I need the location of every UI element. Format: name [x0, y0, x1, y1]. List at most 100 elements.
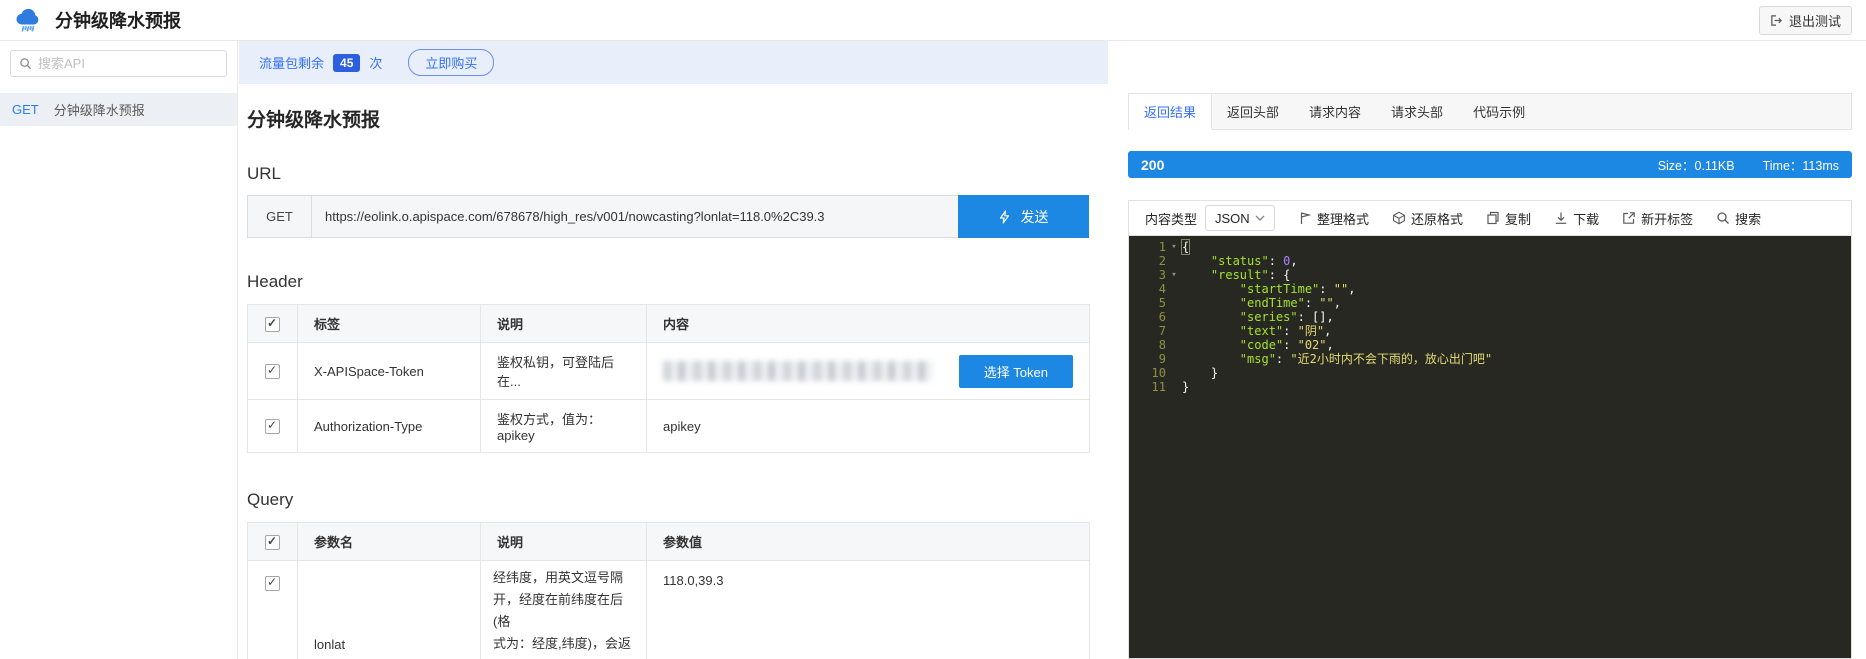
new-tab-label: 新开标签: [1641, 211, 1694, 227]
select-token-button[interactable]: 选择 Token: [958, 354, 1073, 388]
code-text: "series": [],: [1239, 310, 1334, 324]
code-text: "result": {: [1210, 268, 1291, 282]
code-text: "msg": "近2小时内不会下雨的，放心出门吧": [1239, 352, 1493, 366]
format-button[interactable]: 整理格式: [1298, 209, 1369, 228]
column-header: 说明: [480, 522, 647, 561]
table-header-row: 标签 说明 内容: [247, 304, 1090, 343]
json-editor[interactable]: 1 ▾{2 "status": 0, 3 ▾ "result": {4 "startT…: [1129, 236, 1851, 658]
line-number: 3: [1158, 268, 1166, 282]
send-button-label: 发送: [1020, 208, 1049, 225]
chevron-down-icon: [1255, 215, 1265, 221]
header-section-heading: Header: [247, 272, 303, 291]
row-checkbox[interactable]: [265, 575, 280, 592]
code-text: "endTime": "",: [1239, 296, 1341, 310]
line-number: 4: [1158, 282, 1166, 296]
rain-cloud-logo-icon: [14, 6, 44, 34]
fold-toggle-icon[interactable]: ▾: [1166, 240, 1182, 254]
query-param-name: lonlat: [297, 560, 481, 659]
header-param-value[interactable]: apikey: [646, 399, 1090, 453]
table-header-row: 参数名 说明 参数值: [247, 522, 1090, 561]
editor-line: 2 "status": 0,: [1129, 254, 1851, 268]
search-icon: [19, 57, 32, 70]
column-header: 说明: [480, 304, 647, 343]
header-param-label: Authorization-Type: [297, 399, 481, 453]
select-all-checkbox[interactable]: [265, 316, 280, 332]
header-param-desc: 鉴权私钥，可登陆后在...: [480, 342, 647, 400]
search-label: 搜索: [1735, 211, 1762, 227]
send-request-button[interactable]: 发送: [958, 195, 1089, 238]
search-icon: [1716, 211, 1730, 225]
line-number: 8: [1158, 338, 1166, 352]
download-button[interactable]: 下载: [1554, 209, 1599, 228]
editor-line: 8 "code": "02",: [1129, 338, 1851, 352]
column-header: 参数值: [646, 522, 1090, 561]
copy-label: 复制: [1505, 211, 1532, 227]
line-number: 6: [1158, 310, 1166, 324]
line-number: 2: [1158, 254, 1166, 268]
search-result-button[interactable]: 搜索: [1716, 209, 1761, 228]
tab-code-samples[interactable]: 代码示例: [1458, 94, 1540, 129]
status-code: 200: [1141, 156, 1165, 173]
select-all-checkbox[interactable]: [265, 534, 280, 550]
code-text: }: [1182, 380, 1190, 394]
copy-button[interactable]: 复制: [1486, 209, 1531, 228]
api-sidebar: GET 分钟级降水预报: [0, 41, 238, 659]
new-tab-icon: [1622, 211, 1636, 225]
editor-line: 11}: [1129, 380, 1851, 394]
code-text: "code": "02",: [1239, 338, 1334, 352]
code-text: "text": "阴",: [1239, 324, 1332, 338]
table-row: lonlat 经纬度，用英文逗号隔 开，经度在前纬度在后(格 式为：经度,纬度)…: [247, 560, 1090, 659]
editor-line: 10 }: [1129, 366, 1851, 380]
tab-response-headers[interactable]: 返回头部: [1212, 94, 1294, 129]
tab-request-headers[interactable]: 请求头部: [1376, 94, 1458, 129]
copy-icon: [1486, 211, 1500, 225]
format-icon: [1298, 211, 1312, 225]
response-time: Time：113ms: [1762, 159, 1839, 173]
download-icon: [1554, 211, 1568, 225]
quota-count-badge: 45: [333, 53, 361, 72]
header-params-table: 标签 说明 内容 X-APISpace-Token 鉴权私钥，可登陆后在... …: [247, 304, 1090, 453]
api-search-box[interactable]: [10, 50, 227, 77]
top-header-bar: 分钟级降水预报 退出测试: [0, 0, 1866, 41]
row-checkbox[interactable]: [265, 363, 280, 380]
content-type-select[interactable]: JSON: [1205, 205, 1276, 231]
quota-info-bar: 流量包剩余 45 次 立即购买: [239, 41, 1108, 84]
code-text: "status": 0,: [1210, 254, 1298, 268]
tab-request-body[interactable]: 请求内容: [1294, 94, 1376, 129]
masked-token-value[interactable]: [663, 361, 933, 381]
http-method-cell: GET: [248, 196, 312, 237]
column-header: 内容: [646, 304, 1090, 343]
restore-label: 还原格式: [1411, 211, 1464, 227]
editor-line: 9 "msg": "近2小时内不会下雨的，放心出门吧": [1129, 352, 1851, 366]
format-label: 整理格式: [1317, 211, 1370, 227]
tab-response-result[interactable]: 返回结果: [1129, 94, 1213, 129]
api-doc-main: 分钟级降水预报 URL GET https://eolink.o.apispac…: [239, 84, 1108, 659]
app-title: 分钟级降水预报: [55, 11, 181, 31]
query-param-value[interactable]: 118.0,39.3: [646, 560, 1090, 659]
search-input[interactable]: [38, 56, 218, 71]
code-text: }: [1182, 366, 1219, 380]
editor-line: 1 ▾{: [1129, 239, 1851, 255]
result-tabs: 返回结果 返回头部 请求内容 请求头部 代码示例: [1128, 93, 1852, 130]
download-label: 下载: [1573, 211, 1600, 227]
restore-icon: [1392, 211, 1406, 225]
line-number: 5: [1158, 296, 1166, 310]
editor-line: 6 "series": [],: [1129, 310, 1851, 324]
query-params-table: 参数名 说明 参数值 lonlat 经纬度，用英文逗号隔 开，经度在前纬度在后(…: [247, 522, 1090, 659]
url-section-heading: URL: [247, 164, 282, 183]
exit-test-button[interactable]: 退出测试: [1758, 5, 1852, 35]
buy-now-button[interactable]: 立即购买: [408, 49, 495, 76]
response-viewer: 内容类型 JSON 整理格式 还原格式 复制 下载 新开标签 搜索 1 ▾ {…: [1128, 200, 1852, 659]
open-new-tab-button[interactable]: 新开标签: [1622, 209, 1693, 228]
row-checkbox[interactable]: [265, 418, 280, 435]
page-title: 分钟级降水预报: [247, 110, 381, 131]
sidebar-item-api[interactable]: GET 分钟级降水预报: [0, 93, 237, 126]
logout-icon: [1770, 14, 1783, 27]
restore-format-button[interactable]: 还原格式: [1392, 209, 1463, 228]
fold-toggle-icon[interactable]: ▾: [1166, 268, 1182, 282]
